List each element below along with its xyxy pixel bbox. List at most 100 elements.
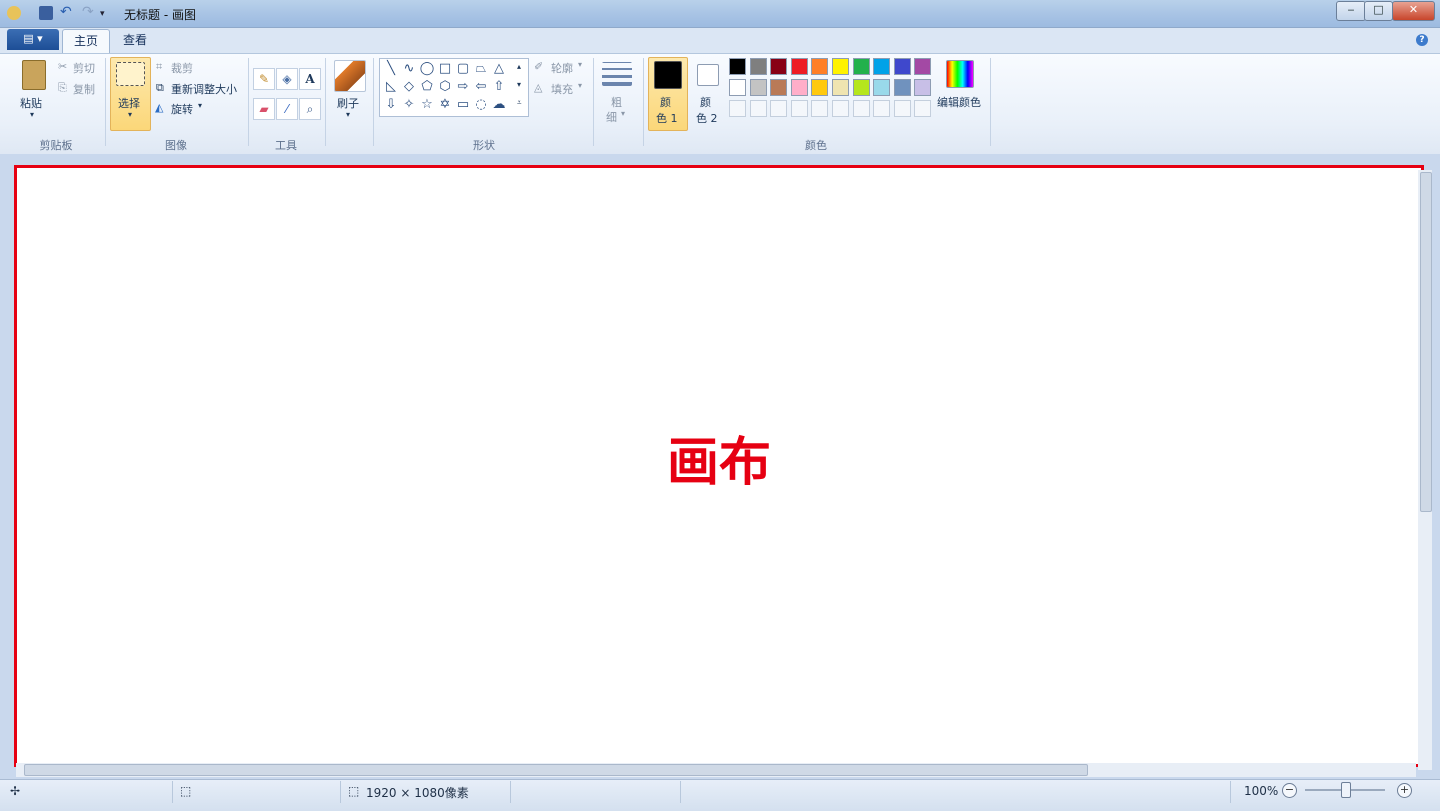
undo-icon[interactable]: ↶ [60, 5, 74, 20]
color2-swatch[interactable] [697, 64, 719, 86]
vertical-scroll-thumb[interactable] [1420, 172, 1432, 512]
close-button[interactable]: ✕ [1392, 1, 1435, 21]
paint-menu-button[interactable]: ▤ ▾ [7, 29, 59, 50]
right-arrow-shape-icon[interactable]: ⇨ [454, 78, 472, 96]
drawing-canvas[interactable]: 画布 [14, 165, 1424, 767]
palette-swatch[interactable] [893, 79, 911, 96]
palette-swatch[interactable] [790, 79, 808, 96]
five-point-star-shape-icon[interactable]: ☆ [418, 96, 436, 114]
rectangle-shape-icon[interactable]: □ [436, 60, 454, 78]
oval-callout-shape-icon[interactable]: ◌ [472, 96, 490, 114]
palette-swatch[interactable] [770, 58, 788, 75]
palette-swatch[interactable] [832, 58, 849, 75]
redo-icon[interactable]: ↷ [82, 5, 96, 20]
brushes-button[interactable]: 刷子 [337, 95, 359, 111]
rounded-rectangle-shape-icon[interactable]: ▢ [454, 60, 472, 78]
resize-button[interactable]: 重新调整大小 [171, 81, 237, 97]
right-triangle-shape-icon[interactable]: ◺ [382, 78, 400, 96]
tab-home[interactable]: 主页 [62, 29, 110, 54]
color-picker-icon[interactable]: ⁄ [276, 98, 298, 120]
outline-dropdown-icon[interactable]: ▾ [578, 60, 582, 69]
rotate-button[interactable]: 旋转 [171, 101, 193, 117]
palette-swatch[interactable] [770, 100, 788, 117]
color2-label-line1[interactable]: 颜 [700, 94, 711, 110]
horizontal-scroll-thumb[interactable] [24, 764, 1088, 776]
down-arrow-shape-icon[interactable]: ⇩ [382, 96, 400, 114]
help-icon[interactable]: ? [1416, 34, 1428, 46]
diamond-shape-icon[interactable]: ◇ [400, 78, 418, 96]
rotate-dropdown-icon[interactable]: ▾ [198, 101, 202, 110]
line-shape-icon[interactable]: ╲ [382, 60, 400, 78]
color2-label-line2[interactable]: 色 2 [696, 110, 718, 126]
triangle-shape-icon[interactable]: △ [490, 60, 508, 78]
pentagon-shape-icon[interactable]: ⬠ [418, 78, 436, 96]
quick-access-dropdown-icon[interactable]: ▾ [100, 6, 114, 20]
maximize-button[interactable]: □ [1364, 1, 1393, 21]
palette-swatch[interactable] [893, 100, 911, 117]
palette-swatch[interactable] [729, 58, 746, 75]
palette-swatch[interactable] [852, 58, 870, 75]
rect-callout-shape-icon[interactable]: ▭ [454, 96, 472, 114]
fill-button[interactable]: 填充 [551, 81, 573, 97]
palette-swatch[interactable] [873, 79, 891, 96]
cut-button[interactable]: 剪切 [73, 60, 95, 76]
zoom-in-button[interactable]: + [1397, 783, 1412, 798]
shapes-scroll-up-icon[interactable]: ▴ [517, 62, 521, 71]
minimize-button[interactable]: ‒ [1336, 1, 1366, 21]
palette-swatch[interactable] [811, 58, 829, 75]
oval-shape-icon[interactable]: ◯ [418, 60, 436, 78]
tab-view[interactable]: 查看 [112, 29, 158, 53]
size-button-line2[interactable]: 细 [606, 109, 617, 125]
palette-swatch[interactable] [770, 79, 788, 96]
palette-swatch[interactable] [852, 79, 870, 96]
palette-swatch[interactable] [790, 100, 808, 117]
magnifier-icon[interactable]: ⌕ [299, 98, 321, 120]
palette-swatch[interactable] [811, 79, 829, 96]
zoom-slider-thumb[interactable] [1341, 782, 1351, 798]
paint-app-icon[interactable] [7, 6, 21, 20]
save-icon[interactable] [39, 6, 53, 20]
hexagon-shape-icon[interactable]: ⬡ [436, 78, 454, 96]
palette-swatch[interactable] [729, 79, 746, 96]
palette-swatch[interactable] [893, 58, 911, 75]
left-arrow-shape-icon[interactable]: ⇦ [472, 78, 490, 96]
brushes-dropdown-icon[interactable]: ▾ [346, 110, 350, 119]
pencil-icon[interactable]: ✎ [253, 68, 275, 90]
palette-swatch[interactable] [852, 100, 870, 117]
copy-button[interactable]: 复制 [73, 81, 95, 97]
size-dropdown-icon[interactable]: ▾ [621, 109, 625, 118]
cloud-callout-shape-icon[interactable]: ☁ [490, 96, 508, 114]
palette-swatch[interactable] [832, 79, 849, 96]
palette-swatch[interactable] [914, 100, 932, 117]
palette-swatch[interactable] [749, 58, 767, 75]
eraser-icon[interactable]: ▰ [253, 98, 275, 120]
up-arrow-shape-icon[interactable]: ⇧ [490, 78, 508, 96]
palette-swatch[interactable] [749, 79, 767, 96]
outline-button[interactable]: 轮廓 [551, 60, 573, 76]
palette-swatch[interactable] [873, 100, 891, 117]
size-button-line1[interactable]: 粗 [611, 94, 622, 110]
palette-swatch[interactable] [790, 58, 808, 75]
six-point-star-shape-icon[interactable]: ✡ [436, 96, 454, 114]
palette-swatch[interactable] [914, 58, 932, 75]
crop-button[interactable]: 裁剪 [171, 60, 193, 76]
select-dropdown-icon[interactable]: ▾ [128, 110, 132, 119]
polygon-shape-icon[interactable]: ⏢ [472, 60, 490, 78]
palette-swatch[interactable] [873, 58, 891, 75]
paste-dropdown-icon[interactable]: ▾ [30, 110, 34, 119]
paste-button[interactable]: 粘贴 [20, 95, 42, 111]
palette-swatch[interactable] [729, 100, 746, 117]
fill-dropdown-icon[interactable]: ▾ [578, 81, 582, 90]
palette-swatch[interactable] [914, 79, 932, 96]
fill-bucket-icon[interactable]: ◈ [276, 68, 298, 90]
palette-swatch[interactable] [832, 100, 849, 117]
palette-swatch[interactable] [811, 100, 829, 117]
edit-colors-button[interactable]: 编辑颜色 [937, 94, 981, 110]
palette-swatch[interactable] [749, 100, 767, 117]
curve-shape-icon[interactable]: ∿ [400, 60, 418, 78]
zoom-out-button[interactable]: − [1282, 783, 1297, 798]
four-point-star-shape-icon[interactable]: ✧ [400, 96, 418, 114]
shapes-scroll-down-icon[interactable]: ▾ [517, 80, 521, 89]
shapes-more-icon[interactable]: ⩡ [517, 98, 522, 108]
text-icon[interactable]: A [299, 68, 321, 90]
